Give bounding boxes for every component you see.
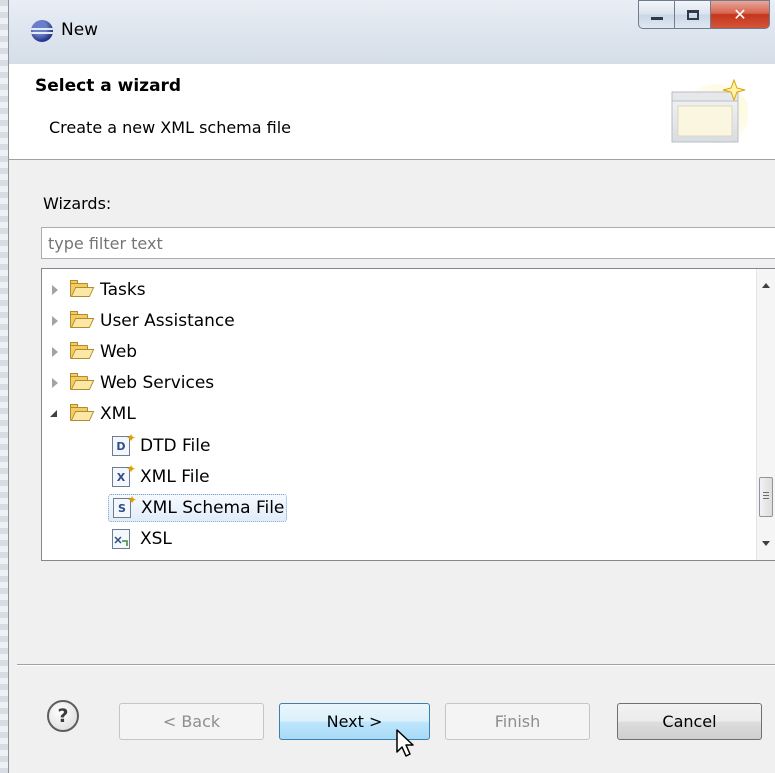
tree-item-dtd-file[interactable]: D ✦ DTD File: [112, 431, 210, 461]
tree-item-label: XML Schema File: [141, 498, 285, 518]
tree-item-tasks[interactable]: Tasks: [50, 275, 146, 305]
tree-item-label: XSL: [140, 529, 172, 549]
dialog-window: New ✕ Select a wizard Create a new XML s…: [8, 0, 775, 773]
page-title: Select a wizard: [35, 76, 182, 96]
xml-schema-file-icon: S ✦: [113, 493, 137, 518]
tree-item-user-assistance[interactable]: User Assistance: [50, 306, 235, 336]
expand-arrow-icon[interactable]: [50, 378, 60, 388]
back-button[interactable]: < Back: [119, 703, 264, 740]
selection-highlight: S ✦ XML Schema File: [108, 493, 288, 522]
expand-arrow-icon[interactable]: [50, 347, 60, 357]
dtd-file-icon: D ✦: [112, 431, 136, 456]
scrollbar-thumb[interactable]: [759, 477, 773, 517]
wizards-label: Wizards:: [43, 194, 112, 213]
tree-item-xml-file[interactable]: X ✦ XML File: [112, 462, 210, 492]
tree-item-label: Web Services: [100, 373, 215, 393]
help-button[interactable]: ?: [47, 700, 79, 732]
tree-scrollbar[interactable]: [756, 269, 775, 560]
wizard-header: Select a wizard Create a new XML schema …: [9, 64, 775, 160]
xml-file-icon: X ✦: [112, 462, 136, 487]
xsl-file-icon: [112, 529, 130, 549]
expand-arrow-icon[interactable]: [50, 316, 60, 326]
folder-icon: [70, 342, 95, 360]
tree-item-web[interactable]: Web: [50, 337, 137, 367]
new-wizard-icon: [671, 78, 748, 144]
title-bar[interactable]: New ✕: [9, 0, 775, 64]
cancel-button[interactable]: Cancel: [617, 703, 762, 740]
window-title: New: [61, 20, 99, 40]
collapse-arrow-icon[interactable]: [50, 409, 60, 419]
folder-icon: [70, 311, 95, 329]
scroll-up-icon[interactable]: [762, 283, 770, 288]
expand-arrow-icon[interactable]: [50, 285, 60, 295]
mouse-pointer-icon: [396, 729, 414, 757]
window-controls: ✕: [638, 0, 770, 30]
tree-item-label: User Assistance: [100, 311, 235, 331]
close-icon: ✕: [733, 5, 747, 24]
page-description: Create a new XML schema file: [49, 118, 292, 137]
tree-item-xsl[interactable]: XSL: [112, 524, 172, 554]
background-edge: [0, 0, 8, 773]
maximize-icon: [686, 9, 699, 20]
tree-item-xml-schema-file[interactable]: S ✦ XML Schema File: [108, 493, 288, 523]
tree-item-label: Web: [100, 342, 138, 362]
eclipse-icon: [31, 20, 53, 42]
tree-item-xml[interactable]: XML: [50, 399, 136, 429]
close-button[interactable]: ✕: [710, 0, 770, 29]
folder-icon: [70, 280, 95, 298]
folder-open-icon: [70, 404, 95, 422]
tree-item-web-services[interactable]: Web Services: [50, 368, 214, 398]
tree-item-label: Tasks: [100, 280, 146, 300]
filter-input[interactable]: [41, 227, 775, 259]
tree-item-label: XML: [100, 404, 136, 424]
wizard-tree[interactable]: Tasks User Assistance Web Web Services X…: [41, 268, 775, 561]
tree-item-label: XML File: [140, 467, 210, 487]
folder-icon: [70, 373, 95, 391]
new-wizard-dialog: New ✕ Select a wizard Create a new XML s…: [0, 0, 775, 773]
button-bar-separator: [17, 664, 775, 666]
finish-button[interactable]: Finish: [445, 703, 590, 740]
scroll-down-icon[interactable]: [762, 541, 770, 546]
minimize-icon: [650, 17, 663, 20]
minimize-button[interactable]: [638, 0, 674, 29]
tree-item-label: DTD File: [140, 436, 211, 456]
maximize-button[interactable]: [674, 0, 710, 29]
